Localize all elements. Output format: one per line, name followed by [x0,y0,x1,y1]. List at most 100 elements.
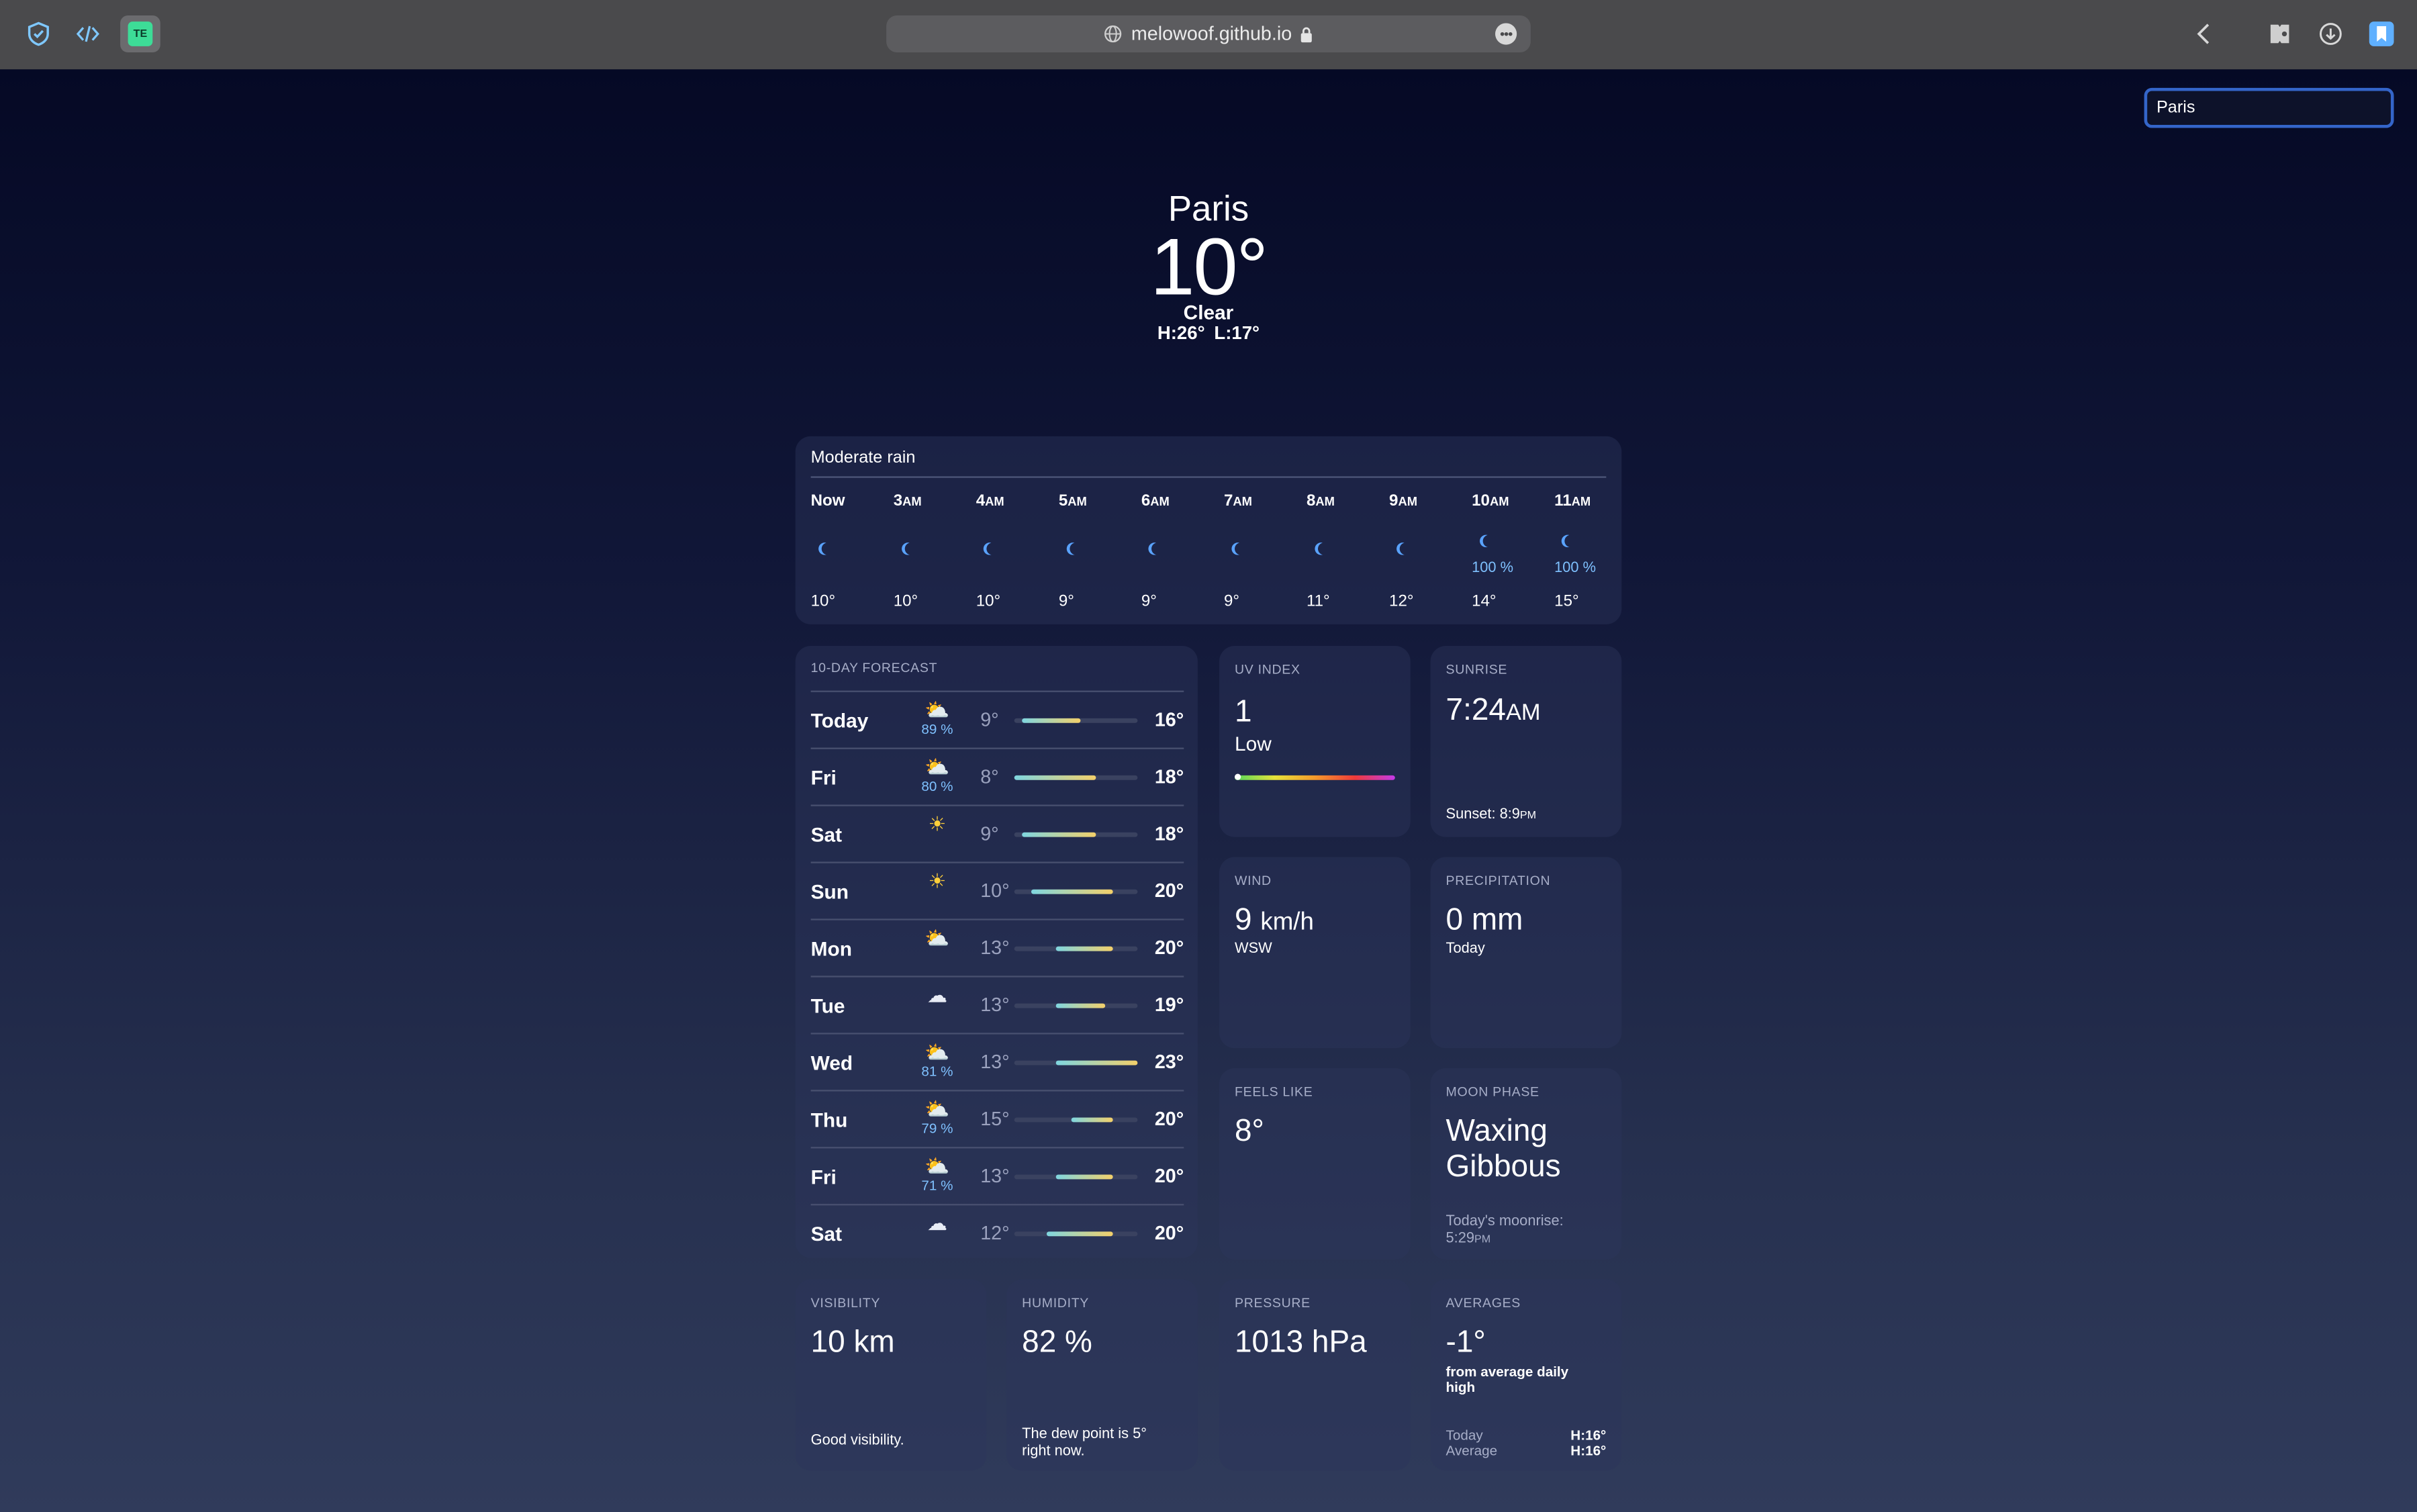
forecast-day: Wed [810,1051,853,1075]
averages-average-row: Average H:16° [1446,1443,1607,1458]
more-options-icon[interactable]: ••• [1495,23,1517,45]
visibility-tile: VISIBILITY 10 km Good visibility. [795,1279,987,1471]
te-extension-label: TE [128,21,153,46]
hour-label: 9AM [1389,491,1418,510]
wind-tile: WIND 9 km/h WSW [1219,857,1411,1049]
back-icon[interactable] [2189,19,2220,50]
pressure-value: 1013 hPa [1235,1325,1367,1360]
hourly-forecast-card: Moderate rain Now 10° 3AM 10° 4AM 10° 5AM 9° 6AM… [795,436,1622,624]
url-text: melowoof.github.io [1131,23,1292,45]
temp-range-bar [1014,1174,1138,1180]
temp-range-fill [1055,1060,1138,1066]
hour-label: 4AM [976,491,1004,510]
precipitation-period: Today [1446,940,1485,957]
forecast-high: 20° [1154,937,1184,959]
hour-label: 8AM [1306,491,1335,510]
moon-phase-tile: MOON PHASE Waxing Gibbous Today's moonri… [1430,1068,1622,1260]
code-icon[interactable] [73,19,103,50]
hourly-column: 8AM 11° [1306,491,1368,610]
partly-cloudy-rain-icon: ⛅ [925,1097,950,1121]
shield-icon[interactable] [23,19,54,50]
forecast-day: Fri [810,766,837,790]
hour-temp: 9° [1058,592,1074,611]
forecast-low: 12° [980,1222,1010,1244]
forecast-day: Fri [810,1165,837,1189]
today-high: H:16° [1570,1427,1607,1443]
averages-value: -1° [1446,1325,1486,1360]
forecast-low: 15° [980,1108,1010,1130]
hour-label: 10AM [1472,491,1509,510]
hour-temp: 9° [1223,592,1240,611]
sunrise-ampm: AM [1505,700,1541,726]
high-temp: H:26° [1157,322,1205,344]
hour-temp: 9° [1141,592,1157,611]
temp-range-bar [1014,718,1138,723]
moon-icon [1152,542,1164,555]
hour-label: Now [810,491,845,510]
forecast-precip: 79 % [921,1121,953,1137]
hourly-summary: Moderate rain [810,448,916,467]
temp-range-bar [1014,1231,1138,1237]
download-icon[interactable] [2315,19,2346,50]
humidity-label: HUMIDITY [1022,1294,1090,1311]
temp-range-fill [1014,775,1097,780]
cloud-icon: ☁ [927,983,947,1007]
reader-extension-icon[interactable] [2265,19,2295,50]
temp-range-fill [1047,1231,1113,1237]
forecast-row: Mon ⛅ 13° 20° [810,918,1184,977]
partly-cloudy-rain-icon: ⛅ [925,1040,950,1064]
precipitation-tile: PRECIPITATION 0 mm Today [1430,857,1622,1049]
moon-icon [1235,542,1247,555]
forecast-row: Thu ⛅ 79 % 15° 20° [810,1090,1184,1148]
uv-index-label: UV INDEX [1235,661,1300,677]
partly-cloudy-rain-icon: ⛅ [925,1154,950,1178]
moon-icon [904,542,916,555]
temp-range-bar [1014,775,1138,780]
forecast-row: Fri ⛅ 80 % 8° 18° [810,747,1184,806]
moon-icon [1400,542,1412,555]
average-label: Average [1446,1442,1498,1458]
address-bar[interactable]: melowoof.github.io ••• [886,15,1531,53]
forecast-high: 18° [1154,766,1184,788]
hour-temp: 10° [976,592,1001,611]
forecast-low: 13° [980,937,1010,959]
precipitation-label: PRECIPITATION [1446,872,1551,888]
temp-range-fill [1031,889,1113,894]
lock-icon [1300,26,1313,42]
visibility-note: Good visibility. [810,1431,904,1450]
hour-label: 11AM [1554,491,1591,510]
forecast-day: Sat [810,1222,843,1246]
forecast-row: Sat ☁ 12° 20° [810,1204,1184,1262]
sun-icon: ☀ [928,869,947,893]
uv-index-level: Low [1235,732,1272,755]
city-search-input[interactable] [2144,87,2394,128]
forecast-day: Sun [810,880,849,904]
forecast-high: 20° [1154,1165,1184,1187]
moon-phase-label: MOON PHASE [1446,1084,1539,1099]
forecast-row: Sat ☀ 9° 18° [810,804,1184,863]
wind-direction: WSW [1235,940,1272,957]
forecast-high: 16° [1154,709,1184,731]
averages-tile: AVERAGES -1° from average daily high Tod… [1430,1279,1622,1471]
moonrise-time: 5:29 [1446,1230,1475,1247]
temp-range-bar [1014,1060,1138,1066]
temp-range-bar [1014,1003,1138,1008]
forecast-precip: 89 % [921,721,953,737]
hourly-column: 4AM 10° [976,491,1038,610]
pressure-label: PRESSURE [1235,1294,1311,1311]
moon-icon [1317,542,1329,555]
averages-today-row: Today H:16° [1446,1427,1607,1443]
hour-label: 5AM [1058,491,1087,510]
hour-label: 3AM [893,491,922,510]
hour-temp: 10° [893,592,918,611]
bookmark-icon[interactable] [2366,19,2397,50]
forecast-low: 13° [980,994,1010,1016]
hourly-column: 3AM 10° [893,491,955,610]
temp-range-fill [1055,1174,1113,1180]
sunrise-time-value: 7:24 [1446,694,1506,728]
forecast-high: 23° [1154,1051,1184,1073]
low-temp: L:17° [1214,322,1260,344]
hour-temp: 14° [1472,592,1497,611]
te-extension-icon[interactable]: TE [120,15,160,53]
hourly-column: 10AM 100 % 14° [1472,491,1533,610]
